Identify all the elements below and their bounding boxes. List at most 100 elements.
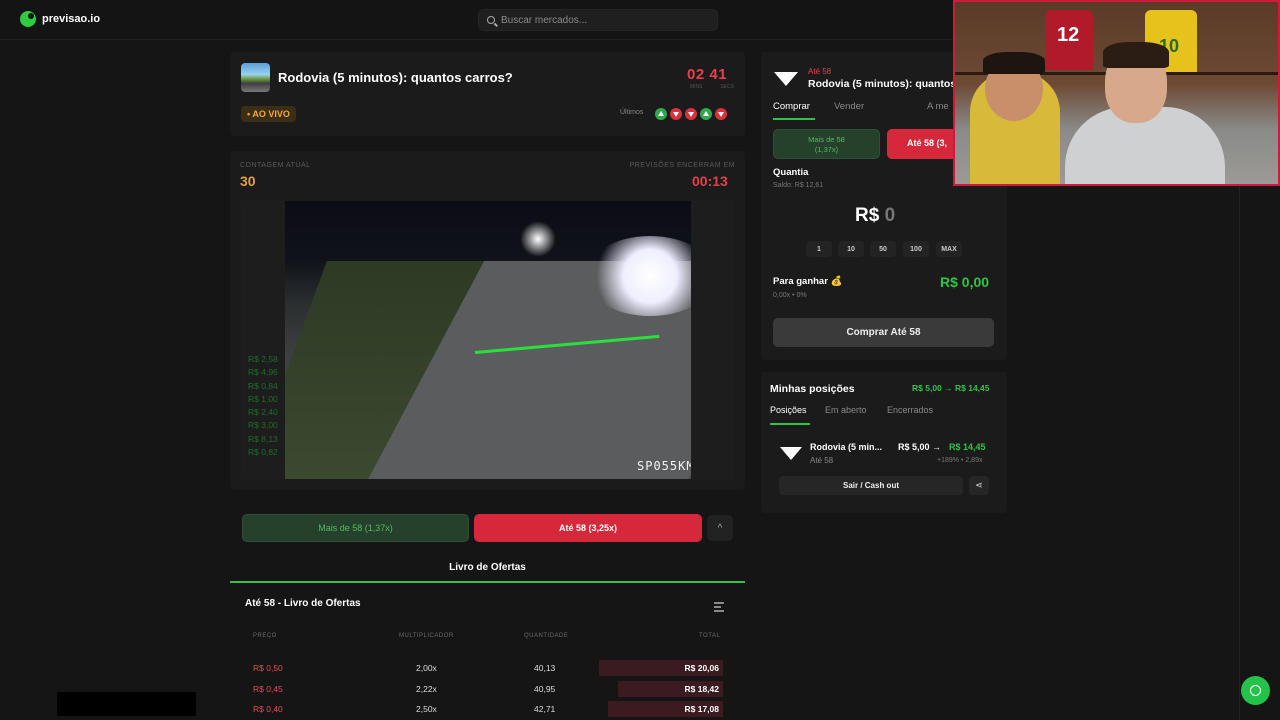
order-book-row[interactable]: R$ 0,40 2,50x 42,71 R$ 17,08: [245, 701, 723, 717]
filter-icon[interactable]: [714, 602, 724, 612]
option-more-label: Mais de 58: [808, 135, 845, 144]
tab-open[interactable]: Em aberto: [825, 405, 867, 415]
row-quantity: 42,71: [534, 704, 556, 714]
live-badge: • AO VIVO: [241, 106, 296, 122]
order-book-row[interactable]: R$ 0,50 2,00x 40,13 R$ 20,06: [245, 660, 723, 676]
timer-sec-label: SECS: [720, 84, 734, 90]
share-button[interactable]: ⋖: [969, 476, 989, 495]
col-price: PREÇO: [253, 633, 277, 639]
amount-value: 0: [884, 205, 896, 226]
row-quantity: 40,95: [534, 683, 556, 694]
tab-order-book[interactable]: Livro de Ofertas: [230, 553, 745, 583]
market-title: Rodovia (5 minutos): quantos carros?: [278, 70, 513, 85]
history-up-icon: [655, 108, 667, 120]
tab-buy[interactable]: Comprar: [773, 101, 810, 112]
buy-button[interactable]: Comprar Até 58: [773, 318, 994, 347]
option-more-button[interactable]: Mais de 58 (1,37x): [773, 129, 880, 159]
camera-id: SP055KM110: [637, 459, 691, 473]
odds-overlay-item: R$ 3,00: [248, 420, 278, 431]
bet-more-button[interactable]: Mais de 58 (1,37x): [242, 514, 469, 542]
current-count-value: 30: [240, 173, 256, 189]
collapse-button[interactable]: ^: [707, 515, 733, 541]
cashout-button[interactable]: Sair / Cash out: [779, 476, 963, 495]
countdown-timer: 02 41: [687, 66, 727, 83]
market-arrow-icon: [774, 72, 798, 86]
history-up-icon: [700, 108, 712, 120]
odds-overlay-item: R$ 4,96: [248, 367, 278, 378]
timer-labels: MINS SECS: [690, 84, 734, 90]
tab-positions[interactable]: Posições: [770, 405, 807, 415]
brand-logo[interactable]: previsao.io: [20, 11, 100, 27]
order-side-label: Até 58: [808, 67, 832, 76]
row-price: R$ 0,45: [253, 683, 283, 694]
timer-seconds: 41: [709, 66, 728, 83]
row-multiplier: 2,22x: [416, 683, 437, 694]
odds-overlay-item: R$ 0,82: [248, 447, 278, 458]
chat-button[interactable]: [1241, 676, 1270, 705]
webcam-overlay: 12 10: [953, 0, 1280, 186]
street-light: [520, 221, 556, 257]
order-book-title: Até 58 - Livro de Ofertas: [245, 598, 361, 609]
odds-overlay-item: R$ 1,00: [248, 393, 278, 404]
positions-summary: R$ 5,00 → R$ 14,45: [912, 383, 990, 393]
row-multiplier: 2,00x: [416, 663, 437, 673]
option-more-mult: (1,37x): [814, 144, 839, 154]
jersey-red: 12: [1045, 10, 1093, 70]
quick-amount-100[interactable]: 100: [903, 241, 929, 257]
row-total: R$ 17,08: [684, 704, 720, 714]
timer-minutes: 02: [687, 66, 705, 83]
row-total: R$ 20,06: [684, 663, 720, 673]
quick-amount-1[interactable]: 1: [806, 241, 832, 257]
odds-overlay: R$ 2,58 R$ 4,96 R$ 0,84 R$ 1,00 R$ 2,40 R$ 3,…: [248, 353, 278, 459]
history-down-icon: [670, 108, 682, 120]
odds-overlay-item: R$ 2,40: [248, 407, 278, 418]
search-placeholder: Buscar mercados...: [501, 14, 588, 26]
amount-prefix: R$: [855, 205, 880, 226]
positions-tab-indicator: [770, 423, 810, 425]
order-book-row[interactable]: R$ 0,45 2,22x 40,95 R$ 18,42: [245, 680, 723, 697]
closing-label: PREVISÕES ENCERRAM EM: [629, 162, 735, 169]
col-total: TOTAL: [699, 633, 721, 639]
col-quantity: QUANTIDADE: [524, 633, 569, 639]
quantity-label: Quantia: [773, 167, 809, 178]
search-input[interactable]: Buscar mercados...: [478, 9, 718, 31]
position-side: Até 58: [810, 456, 834, 465]
redacted-block: [57, 692, 196, 716]
amount-input[interactable]: R$ 0: [855, 205, 895, 227]
odds-overlay-item: R$ 2,58: [248, 354, 278, 364]
position-stake: R$ 5,00 →: [898, 442, 942, 452]
potential-win-label: Para ganhar 💰: [773, 276, 843, 287]
person-left-hair: [983, 52, 1045, 74]
position-percent: +189% • 2,89x: [937, 457, 983, 464]
current-count-label: CONTAGEM ATUAL: [240, 162, 311, 169]
potential-win-sub: 0,00x • 0%: [773, 292, 807, 299]
tab-other[interactable]: A me: [927, 101, 949, 112]
timer-min-label: MINS: [690, 84, 703, 90]
tab-sell[interactable]: Vender: [834, 101, 864, 112]
position-return: R$ 14,45: [949, 442, 986, 452]
quick-amount-10[interactable]: 10: [838, 241, 864, 257]
brand-name: previsao.io: [42, 13, 101, 25]
row-multiplier: 2,50x: [416, 704, 437, 714]
buy-tab-indicator: [773, 118, 815, 120]
row-price: R$ 0,40: [253, 704, 283, 714]
tab-closed[interactable]: Encerrados: [887, 405, 933, 415]
row-quantity: 40,13: [534, 663, 556, 673]
quick-amount-max[interactable]: MAX: [936, 241, 962, 257]
layout-divider: [1239, 186, 1240, 720]
live-video[interactable]: SP055KM110 R$ 2,58R$ 4,96R$ 0,84R$ 1,00R…: [241, 201, 734, 479]
bet-less-button[interactable]: Até 58 (3,25x): [474, 514, 702, 542]
quick-amount-50[interactable]: 50: [870, 241, 896, 257]
row-total: R$ 18,42: [684, 683, 720, 694]
odds-overlay-item: R$ 8,13: [248, 433, 278, 444]
person-right-hair: [1103, 42, 1169, 68]
position-name[interactable]: Rodovia (5 min...: [810, 442, 882, 452]
option-less-button[interactable]: Até 58 (3,: [887, 129, 957, 159]
market-thumbnail: [241, 63, 270, 92]
market-header-panel: [230, 52, 745, 136]
history-down-icon: [685, 108, 697, 120]
jersey-number-1: 12: [1057, 24, 1080, 46]
chevron-up-icon: ^: [717, 522, 723, 534]
potential-win-value: R$ 0,00: [940, 274, 990, 290]
logo-icon: [20, 11, 36, 27]
